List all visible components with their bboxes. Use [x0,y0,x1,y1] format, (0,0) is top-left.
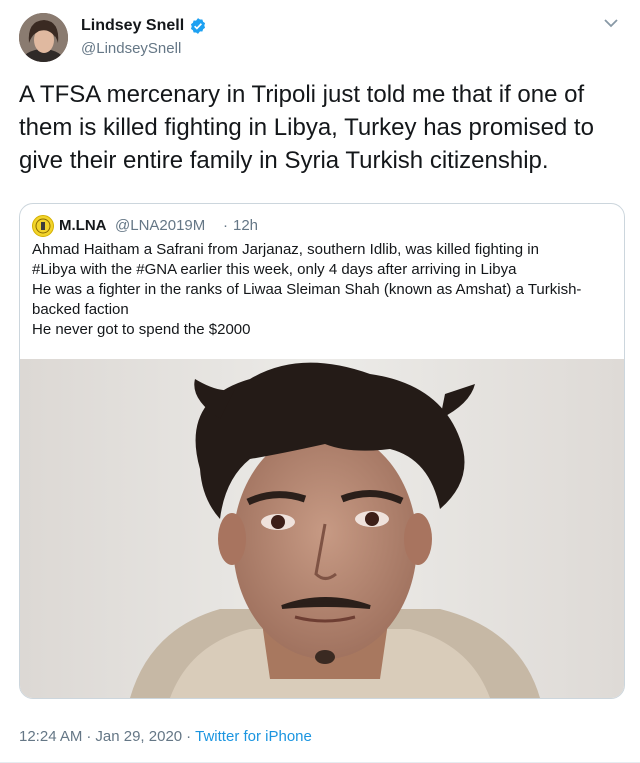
tweet-text-line: A TFSA mercenary in Tripoli just told me… [19,81,585,108]
quoted-separator: · [223,217,228,234]
chevron-down-icon[interactable] [604,18,618,28]
meta-separator: · [86,728,92,745]
meta-separator: · [186,728,192,745]
quoted-author-name: M.LNA [59,217,107,234]
tweet-meta: 12:24 AM · Jan 29, 2020 · Twitter for iP… [19,728,312,745]
quoted-text-line: #Libya with the #GNA earlier this week, … [32,261,517,278]
quoted-author-handle: @LNA2019M [115,217,206,234]
quoted-timestamp: 12h [233,217,259,234]
tweet-text-line: give their entire family in Syria Turkis… [19,147,549,174]
quoted-text-line: Ahmad Haitham a Safrani from Jarjanaz, s… [32,241,539,258]
tweet-source-link[interactable]: Twitter for iPhone [195,728,312,745]
quoted-text-line: He never got to spend the $2000 [32,321,251,338]
quoted-text: Ahmad Haitham a Safrani from Jarjanaz, s… [32,240,612,340]
quoted-photo[interactable] [20,359,624,698]
author-handle[interactable]: @LindseySnell [81,40,181,57]
tweet-date[interactable]: Jan 29, 2020 [95,728,182,745]
author-avatar[interactable] [19,13,68,62]
tweet-card: Lindsey Snell @LindseySnell A TFSA merce… [0,0,640,763]
tweet-text-line: them is killed fighting in Libya, Turkey… [19,114,594,141]
quoted-tweet[interactable]: M.LNA @LNA2019M · 12h Ahmad Haitham a Sa… [19,203,625,699]
quoted-text-line: backed faction [32,301,129,318]
quoted-avatar [32,215,54,237]
verified-badge-icon [191,18,206,34]
author-name-text[interactable]: Lindsey Snell [81,17,184,35]
quoted-text-line: He was a fighter in the ranks of Liwaa S… [32,281,582,298]
tweet-time[interactable]: 12:24 AM [19,728,82,745]
tweet-text: A TFSA mercenary in Tripoli just told me… [19,78,625,177]
author-name[interactable]: Lindsey Snell [81,17,207,35]
